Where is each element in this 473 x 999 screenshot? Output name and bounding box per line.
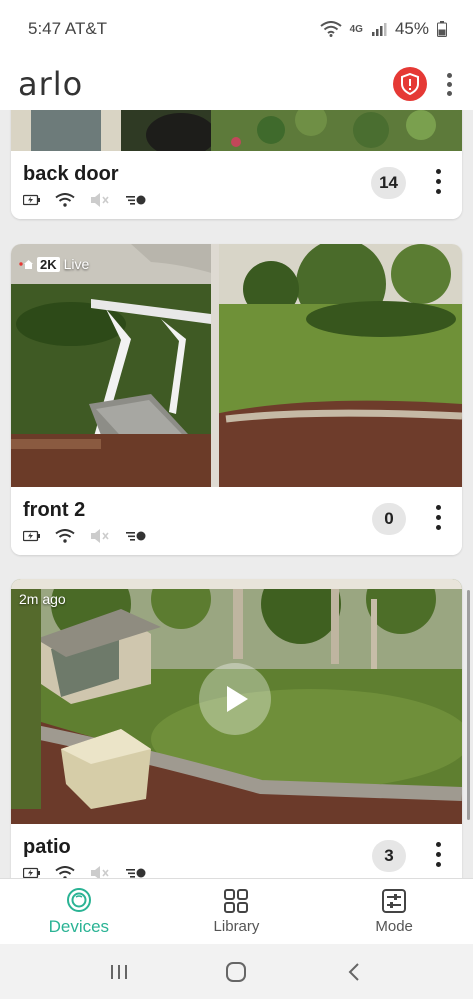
- live-label: Live: [63, 256, 90, 272]
- nav-mode[interactable]: Mode: [334, 888, 454, 935]
- nav-devices-label: Devices: [48, 916, 110, 936]
- camera-card-front-2[interactable]: 2K Live front 2 0: [11, 244, 462, 555]
- wifi-icon: [55, 193, 75, 207]
- speaker-muted-icon: [91, 866, 109, 878]
- header-actions: [393, 67, 455, 101]
- back-icon[interactable]: [343, 961, 365, 983]
- mode-sliders-icon: [382, 889, 407, 913]
- battery-percent: 45%: [394, 19, 429, 38]
- signal-strength-icon: [371, 23, 387, 36]
- camera-card-patio[interactable]: 2m ago patio 3: [11, 579, 462, 878]
- camera-feed-patio[interactable]: 2m ago: [11, 579, 462, 824]
- clip-count-badge[interactable]: 14: [371, 167, 406, 199]
- home-mode-icon: [19, 260, 33, 269]
- battery-icon: [437, 21, 447, 37]
- status-bar: 5:47 AT&T 4G 45%: [0, 0, 473, 58]
- library-grid-icon: [224, 889, 249, 913]
- motion-toggle-icon: [126, 868, 146, 878]
- speaker-muted-icon: [91, 193, 109, 207]
- camera-more-icon[interactable]: [432, 505, 444, 530]
- camera-feed-back-door[interactable]: [11, 110, 462, 151]
- camera-more-icon[interactable]: [432, 169, 444, 194]
- devices-icon: [66, 887, 91, 912]
- camera-card-back-door[interactable]: back door 14: [11, 110, 462, 219]
- motion-toggle-icon: [126, 195, 146, 205]
- bottom-nav: Devices Library Mode: [0, 878, 473, 944]
- recents-icon[interactable]: [108, 963, 130, 981]
- speaker-muted-icon: [91, 529, 109, 543]
- battery-charging-icon: [23, 867, 40, 878]
- motion-toggle-icon: [126, 531, 146, 541]
- nav-library-label: Library: [213, 918, 260, 935]
- battery-charging-icon: [23, 194, 40, 206]
- wifi-icon: [55, 529, 75, 543]
- live-overlay: 2K Live: [19, 256, 89, 272]
- wifi-status-icon: [320, 21, 342, 37]
- clip-count-badge[interactable]: 3: [372, 840, 406, 872]
- home-icon[interactable]: [225, 961, 247, 983]
- device-list[interactable]: back door 14 2K Live front 2 0 2m ago pa…: [0, 110, 473, 878]
- camera-footer-front-2: front 2 0: [11, 487, 462, 555]
- alert-shield-icon[interactable]: [393, 67, 427, 101]
- app-header: arlo: [0, 58, 473, 110]
- more-vertical-icon[interactable]: [443, 72, 455, 96]
- nav-library[interactable]: Library: [176, 888, 296, 935]
- nav-mode-label: Mode: [375, 918, 413, 935]
- camera-more-icon[interactable]: [432, 842, 444, 867]
- nav-devices[interactable]: Devices: [19, 887, 139, 937]
- play-button[interactable]: [199, 663, 271, 735]
- last-update-label: 2m ago: [19, 591, 66, 607]
- camera-footer-patio: patio 3: [11, 824, 462, 878]
- resolution-badge: 2K: [37, 256, 60, 272]
- clip-count-badge[interactable]: 0: [372, 503, 406, 535]
- scrollbar[interactable]: [467, 590, 470, 820]
- status-time-carrier: 5:47 AT&T: [28, 19, 108, 38]
- battery-charging-icon: [23, 530, 40, 542]
- play-icon: [227, 686, 248, 712]
- network-type-label: 4G: [349, 23, 363, 35]
- time-overlay: 2m ago: [19, 591, 66, 607]
- system-nav-bar: [0, 944, 473, 999]
- camera-footer-back-door: back door 14: [11, 151, 462, 219]
- camera-feed-front-2[interactable]: 2K Live: [11, 244, 462, 487]
- arlo-logo: arlo: [18, 65, 84, 103]
- wifi-icon: [55, 866, 75, 878]
- status-indicators: 4G 45%: [320, 19, 447, 39]
